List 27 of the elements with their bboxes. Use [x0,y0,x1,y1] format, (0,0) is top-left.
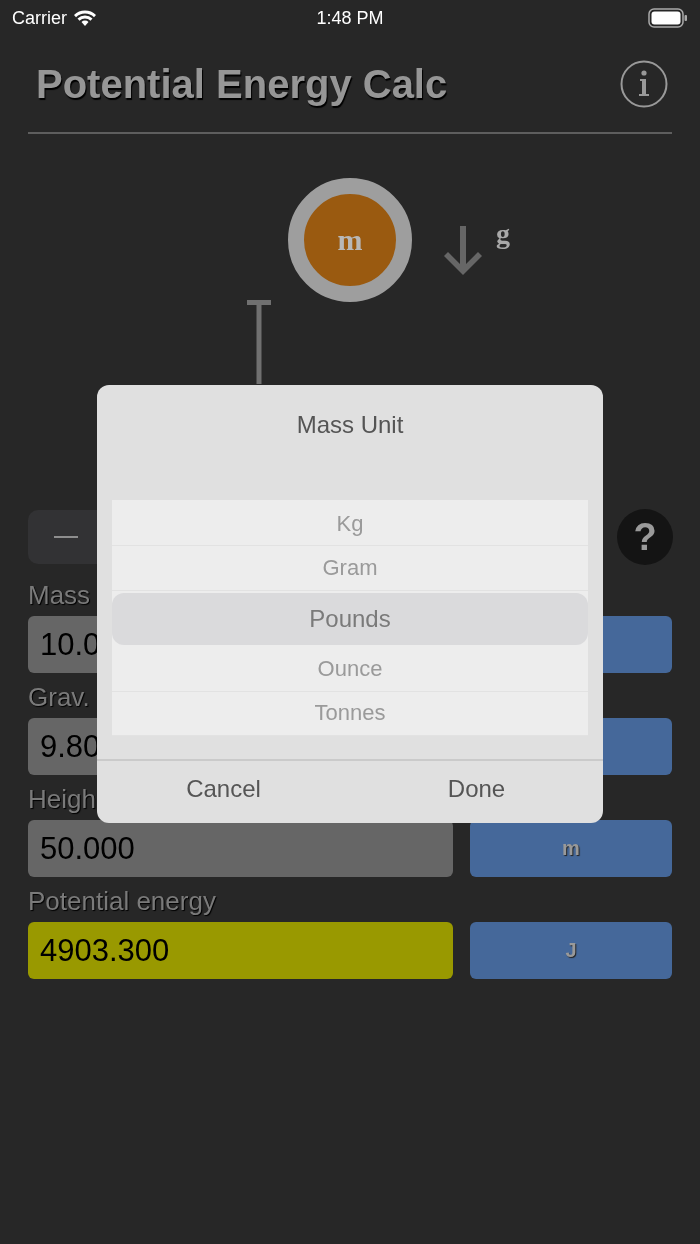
unit-button[interactable]: J [470,922,672,979]
field-label: Mass [28,579,91,612]
info-icon[interactable] [620,60,668,108]
status-time: 1:48 PM [316,7,384,29]
done-button[interactable]: Done [350,761,603,823]
picker-option[interactable]: Ounce [112,647,588,692]
height-bar-icon [246,300,272,384]
field-label: Heigh [28,783,96,816]
unit-button[interactable]: m [470,820,672,877]
result-field: 4903.300 [28,922,453,979]
picker-option[interactable]: Pounds [112,592,588,646]
wifi-icon [73,9,97,27]
battery-icon [648,8,688,28]
carrier-name: Carrier [12,7,67,29]
mass-ball: m [288,178,412,302]
dialog-title: Mass Unit [296,411,404,440]
unit-picker-wheel[interactable]: Kg Gram Pounds Ounce Tonnes [112,500,588,736]
field-label: Potential energy [28,885,216,918]
input-field[interactable]: 50.000 [28,820,453,877]
gravity-label: g [496,218,510,250]
picker-option[interactable]: Tonnes [112,691,588,736]
cancel-button[interactable]: Cancel [97,761,350,823]
app-title: Potential Energy Calc [36,61,448,107]
help-button[interactable]: ? [617,509,673,565]
field-label: Grav. [28,681,90,714]
picker-option[interactable]: Kg [112,502,588,547]
picker-option[interactable]: Gram [112,546,588,591]
